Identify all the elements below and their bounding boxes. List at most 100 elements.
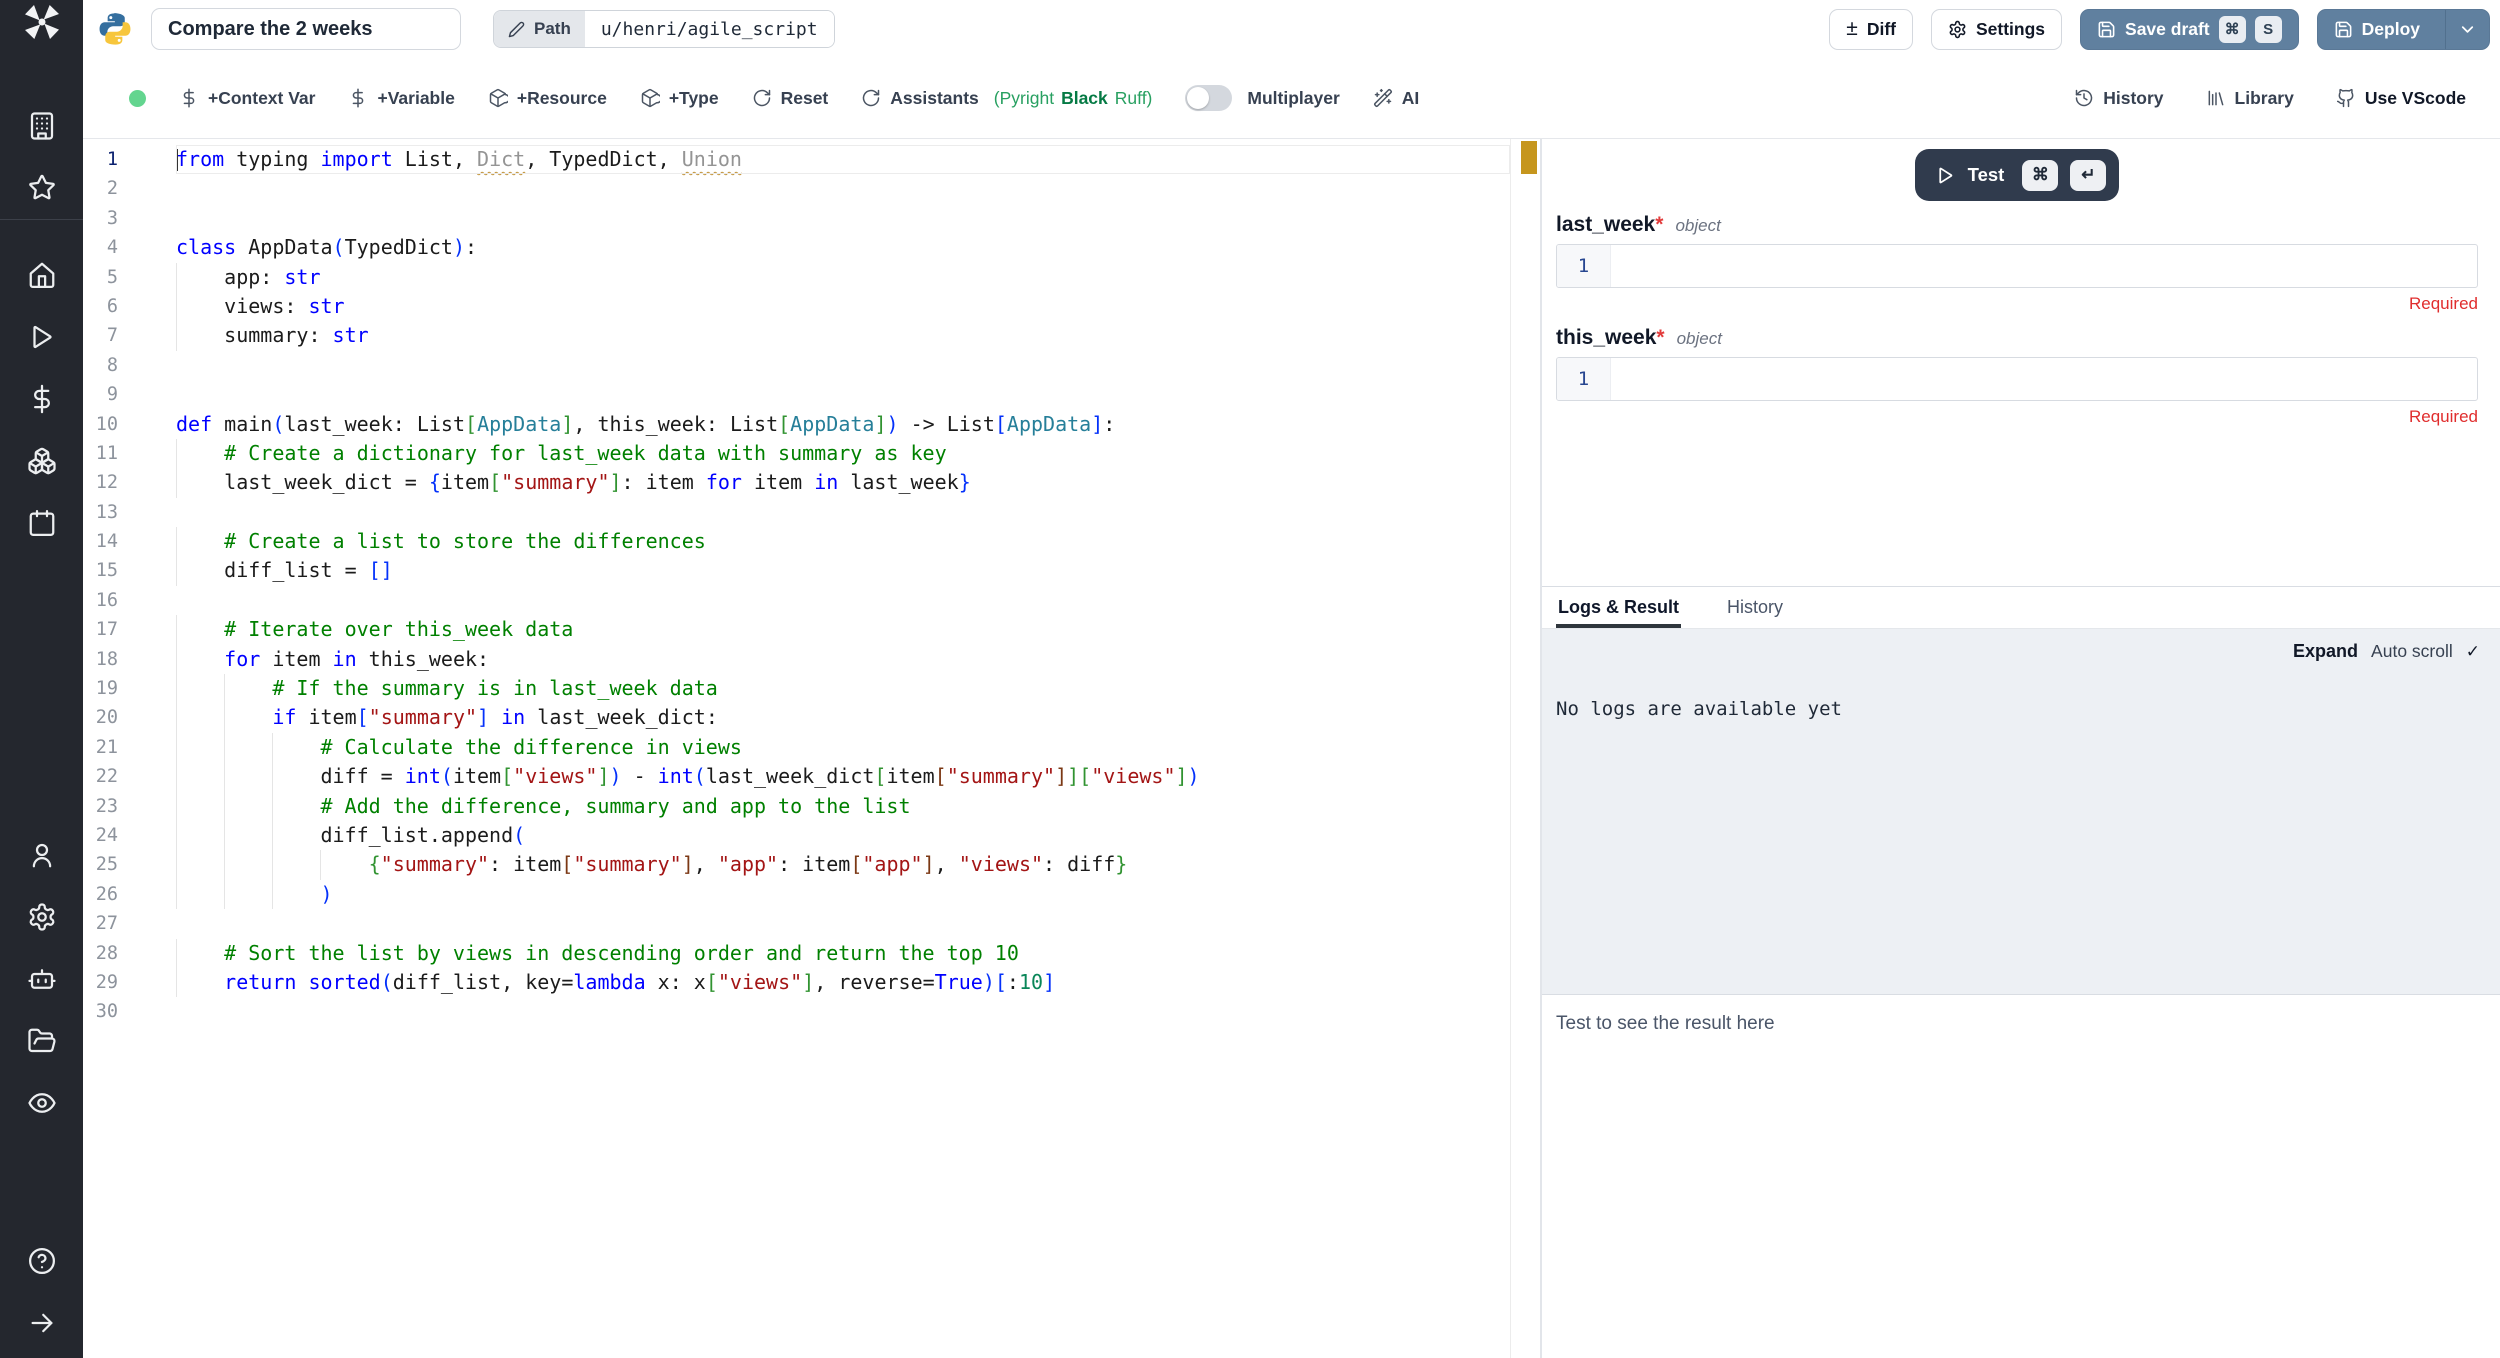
multiplayer-toggle[interactable]	[1185, 85, 1232, 111]
sidebar-item-eye[interactable]	[0, 1072, 83, 1134]
diff-button[interactable]: ± Diff	[1829, 9, 1913, 50]
code-editor[interactable]: 1from typing import List, Dict, TypedDic…	[83, 139, 1540, 1358]
code-line-4[interactable]: 4class AppData(TypedDict):	[83, 233, 1540, 262]
history-button[interactable]: History	[2074, 88, 2163, 109]
required-star: *	[1655, 213, 1663, 236]
code-line-23[interactable]: 23# Add the difference, summary and app …	[83, 792, 1540, 821]
code-line-20[interactable]: 20if item["summary"] in last_week_dict:	[83, 703, 1540, 732]
editor-line-number: 1	[1557, 245, 1611, 287]
path-field[interactable]: Path u/henri/agile_script	[493, 10, 835, 48]
code-line-27[interactable]: 27	[83, 909, 1540, 938]
sidebar-item-play[interactable]	[0, 306, 83, 368]
arg-input[interactable]	[1611, 358, 2477, 400]
sidebar-item-boxes[interactable]	[0, 430, 83, 492]
code-line-21[interactable]: 21# Calculate the difference in views	[83, 733, 1540, 762]
topbar: Compare the 2 weeks Path u/henri/agile_s…	[83, 0, 2500, 58]
arg-input[interactable]	[1611, 245, 2477, 287]
line-content: return sorted(diff_list, key=lambda x: x…	[118, 968, 1055, 997]
code-line-17[interactable]: 17# Iterate over this_week data	[83, 615, 1540, 644]
line-content: # Create a dictionary for last_week data…	[118, 439, 947, 468]
help-circle-icon	[27, 1246, 57, 1276]
code-line-19[interactable]: 19# If the summary is in last_week data	[83, 674, 1540, 703]
code-line-9[interactable]: 9	[83, 380, 1540, 409]
line-number: 26	[83, 880, 118, 909]
sidebar-item-help-circle[interactable]	[0, 1230, 83, 1292]
code-line-8[interactable]: 8	[83, 351, 1540, 380]
code-line-18[interactable]: 18for item in this_week:	[83, 645, 1540, 674]
deploy-button[interactable]: Deploy	[2317, 9, 2490, 50]
sidebar-item-building[interactable]	[0, 95, 83, 157]
windmill-logo-icon[interactable]	[0, 0, 83, 44]
sidebar-item-folder-open[interactable]	[0, 1010, 83, 1072]
path-value[interactable]: u/henri/agile_script	[585, 11, 834, 47]
minimap[interactable]	[1510, 139, 1540, 1358]
sidebar-item-user[interactable]	[0, 824, 83, 886]
sidebar-item-calendar[interactable]	[0, 492, 83, 554]
code-line-10[interactable]: 10def main(last_week: List[AppData], thi…	[83, 410, 1540, 439]
code-line-5[interactable]: 5app: str	[83, 263, 1540, 292]
editor-toolbar: +Context Var +Variable +Resource +Type Reset…	[83, 58, 2500, 138]
code-line-2[interactable]: 2	[83, 174, 1540, 203]
code-line-7[interactable]: 7summary: str	[83, 321, 1540, 350]
code-line-22[interactable]: 22diff = int(item["views"]) - int(last_w…	[83, 762, 1540, 791]
use-vscode-button[interactable]: Use VScode	[2336, 88, 2466, 109]
sidebar-item-dollar[interactable]	[0, 368, 83, 430]
sidebar-item-arrow-right[interactable]	[0, 1292, 83, 1354]
dollar-icon	[179, 88, 199, 108]
line-number: 13	[83, 498, 118, 527]
deploy-dropdown-button[interactable]	[2445, 10, 2489, 49]
variable-button[interactable]: +Variable	[348, 88, 454, 109]
line-content: def main(last_week: List[AppData], this_…	[118, 410, 1115, 439]
line-number: 21	[83, 733, 118, 762]
save-draft-button[interactable]: Save draft ⌘ S	[2080, 9, 2299, 50]
arg-json-editor[interactable]: 1	[1556, 244, 2478, 288]
expand-button[interactable]: Expand	[2293, 641, 2358, 662]
arg-json-editor[interactable]: 1	[1556, 357, 2478, 401]
arg-last_week: last_week*object1Required	[1556, 213, 2478, 314]
line-content	[118, 498, 176, 527]
tab-history[interactable]: History	[1725, 587, 1785, 628]
code-line-12[interactable]: 12last_week_dict = {item["summary"]: ite…	[83, 468, 1540, 497]
code-line-1[interactable]: 1from typing import List, Dict, TypedDic…	[83, 145, 1540, 174]
script-title-input[interactable]: Compare the 2 weeks	[151, 8, 461, 50]
save-icon	[2334, 20, 2353, 39]
code-line-29[interactable]: 29return sorted(diff_list, key=lambda x:…	[83, 968, 1540, 997]
code-line-3[interactable]: 3	[83, 204, 1540, 233]
sidebar-item-bot[interactable]	[0, 948, 83, 1010]
line-content: # If the summary is in last_week data	[118, 674, 718, 703]
code-line-16[interactable]: 16	[83, 586, 1540, 615]
result-placeholder: Test to see the result here	[1556, 1013, 2486, 1035]
result-panel: Test to see the result here	[1542, 995, 2500, 1358]
code-line-15[interactable]: 15diff_list = []	[83, 556, 1540, 585]
code-line-13[interactable]: 13	[83, 498, 1540, 527]
line-number: 29	[83, 968, 118, 997]
sidebar-item-star[interactable]	[0, 157, 83, 219]
code-line-6[interactable]: 6views: str	[83, 292, 1540, 321]
sidebar-item-settings[interactable]	[0, 886, 83, 948]
code-line-28[interactable]: 28# Sort the list by views in descending…	[83, 939, 1540, 968]
context-var-button[interactable]: +Context Var	[179, 88, 315, 109]
reset-button[interactable]: Reset	[752, 88, 829, 109]
code-line-11[interactable]: 11# Create a dictionary for last_week da…	[83, 439, 1540, 468]
ai-button[interactable]: AI	[1373, 88, 1420, 109]
resource-button[interactable]: +Resource	[488, 88, 607, 109]
autoscroll-toggle[interactable]: Auto scroll	[2371, 641, 2453, 662]
line-number: 19	[83, 674, 118, 703]
code-line-26[interactable]: 26)	[83, 880, 1540, 909]
line-content	[118, 351, 176, 380]
line-number: 12	[83, 468, 118, 497]
line-number: 10	[83, 410, 118, 439]
sidebar-item-home[interactable]	[0, 244, 83, 306]
code-line-24[interactable]: 24diff_list.append(	[83, 821, 1540, 850]
code-line-25[interactable]: 25{"summary": item["summary"], "app": it…	[83, 850, 1540, 879]
test-button[interactable]: Test ⌘ ↵	[1915, 149, 2120, 201]
type-button[interactable]: +Type	[640, 88, 719, 109]
code-line-14[interactable]: 14# Create a list to store the differenc…	[83, 527, 1540, 556]
tab-logs-result[interactable]: Logs & Result	[1556, 587, 1681, 628]
line-content: diff = int(item["views"]) - int(last_wee…	[118, 762, 1200, 791]
code-line-30[interactable]: 30	[83, 997, 1540, 1026]
settings-button[interactable]: Settings	[1931, 9, 2062, 50]
assistants-button[interactable]: Assistants	[861, 88, 979, 109]
library-button[interactable]: Library	[2206, 88, 2294, 109]
package-icon	[640, 88, 660, 108]
